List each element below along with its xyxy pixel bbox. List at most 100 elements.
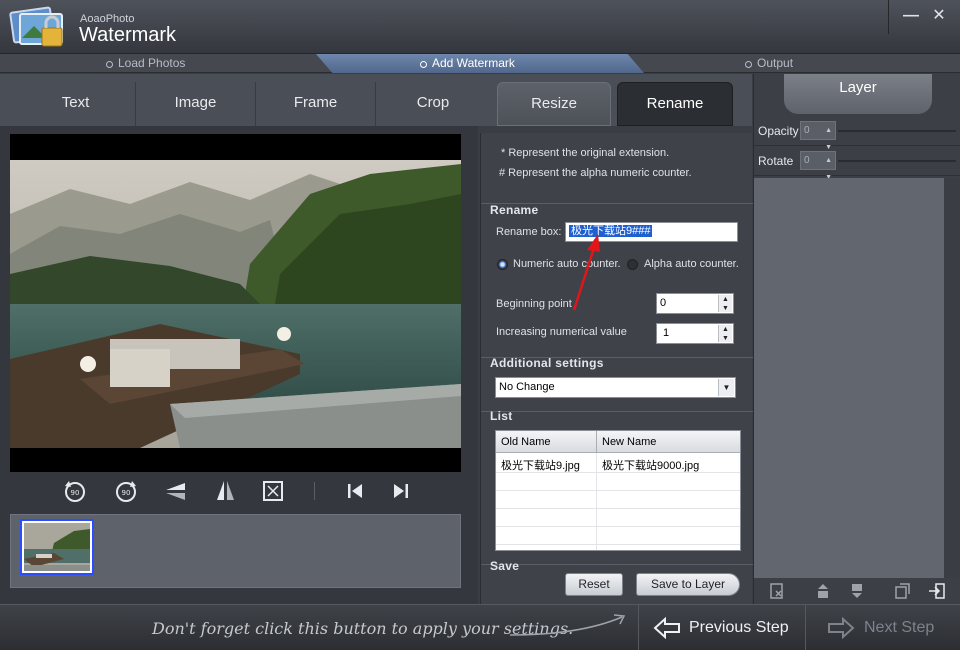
landscape-photo <box>10 134 461 472</box>
step-output[interactable]: Output <box>745 54 793 73</box>
bottom-bar: Don't forget click this button to apply … <box>0 604 960 650</box>
rotate-slider[interactable] <box>838 160 956 162</box>
table-cell-old-name[interactable]: 极光下载站9.jpg <box>496 457 580 473</box>
brand-title: Watermark <box>79 24 177 46</box>
next-step-button[interactable]: Next Step <box>807 605 960 650</box>
opacity-stepper[interactable]: 0 ▲ ▼ <box>800 121 836 151</box>
note-counter: # Represent the alpha numeric counter. <box>499 167 692 179</box>
rename-box-label: Rename box: <box>496 226 562 238</box>
preview-panel: 90 90 <box>0 126 478 604</box>
grid-line <box>496 490 740 491</box>
close-button[interactable]: ✕ <box>927 6 951 26</box>
column-header-new-name[interactable]: New Name <box>597 431 740 453</box>
flip-vertical-icon[interactable] <box>163 478 189 504</box>
title-bar: AoaoPhoto Watermark — ✕ <box>0 0 960 54</box>
step-load-photos[interactable]: Load Photos <box>106 54 185 73</box>
note-extension: * Represent the original extension. <box>501 147 670 159</box>
photo-preview <box>10 134 461 472</box>
layer-list[interactable] <box>754 178 944 578</box>
beginning-point-stepper[interactable]: 0 ▲ ▼ <box>656 293 734 314</box>
tab-rename[interactable]: Rename <box>617 82 733 126</box>
layer-toolbar <box>754 578 960 604</box>
thumbnail-image <box>24 523 90 571</box>
tab-frame[interactable]: Frame <box>256 82 376 126</box>
delete-layer-icon[interactable] <box>768 582 786 600</box>
minimize-button[interactable]: — <box>899 6 923 26</box>
tab-crop[interactable]: Crop <box>376 82 490 126</box>
tab-text[interactable]: Text <box>16 82 136 126</box>
tab-resize[interactable]: Resize <box>497 82 611 126</box>
next-image-icon[interactable] <box>388 478 414 504</box>
previous-step-label: Previous Step <box>689 619 789 636</box>
alpha-counter-label: Alpha auto counter. <box>644 258 739 270</box>
step-dot-icon <box>106 61 113 68</box>
additional-settings-title: Additional settings <box>490 356 604 370</box>
save-section-title: Save <box>490 559 520 573</box>
toolbar-divider <box>314 482 315 500</box>
move-layer-up-icon[interactable] <box>814 582 832 600</box>
previous-image-icon[interactable] <box>342 478 368 504</box>
preview-toolbar: 90 90 <box>10 476 461 508</box>
list-section-title: List <box>490 409 513 423</box>
app-logo-icon <box>9 6 63 47</box>
rename-section-title: Rename <box>490 203 539 217</box>
arrow-right-icon <box>828 617 855 639</box>
rotate-label: Rotate <box>758 154 794 168</box>
annotation-arrow-icon <box>572 234 600 311</box>
grid-line <box>496 508 740 509</box>
up-arrow-icon: ▲ <box>722 296 729 303</box>
step-add-watermark[interactable]: Add Watermark <box>420 54 515 73</box>
beginning-point-value: 0 <box>660 297 667 309</box>
additional-settings-dropdown[interactable]: No Change ▼ <box>495 377 736 398</box>
tab-image[interactable]: Image <box>136 82 256 126</box>
layer-header: Layer <box>754 74 960 116</box>
grid-line <box>496 526 740 527</box>
layer-panel: Layer Opacity 0▲▼ Rotate 0▲▼ <box>753 74 960 604</box>
opacity-row: Opacity 0 ▲ ▼ <box>754 116 960 151</box>
increasing-value-stepper[interactable]: 1 ▲ ▼ <box>656 323 734 344</box>
opacity-label: Opacity <box>758 124 799 138</box>
spin-arrows[interactable]: ▲ ▼ <box>718 325 732 342</box>
rotate-left-90-icon[interactable]: 90 <box>62 478 88 504</box>
svg-text:90: 90 <box>71 489 80 497</box>
rotate-row: Rotate 0▲▼ <box>754 146 960 181</box>
up-arrow-icon: ▲ <box>722 326 729 333</box>
rotate-right-90-icon[interactable]: 90 <box>113 478 139 504</box>
rotate-stepper[interactable]: 0▲▼ <box>800 151 836 181</box>
rotate-value: 0 <box>804 155 810 166</box>
increasing-value-value: 1 <box>663 327 670 339</box>
previous-step-button[interactable]: Previous Step <box>638 605 806 650</box>
save-to-layer-button[interactable]: Save to Layer <box>636 573 740 596</box>
numeric-counter-radio[interactable] <box>497 259 508 270</box>
next-step-label: Next Step <box>864 619 935 636</box>
flip-horizontal-icon[interactable] <box>212 478 238 504</box>
down-arrow-icon: ▼ <box>722 334 729 342</box>
thumbnail-item[interactable] <box>20 519 94 575</box>
rename-list-table: Old Name New Name 极光下载站9.jpg 极光下载站9000.j… <box>495 430 741 551</box>
step-dot-icon <box>745 61 752 68</box>
spin-arrows[interactable]: ▲ ▼ <box>718 295 732 312</box>
import-layer-icon[interactable] <box>928 582 946 600</box>
section-divider <box>481 564 753 565</box>
move-layer-down-icon[interactable] <box>848 582 866 600</box>
opacity-slider[interactable] <box>838 130 956 132</box>
layer-title: Layer <box>784 74 932 114</box>
swoosh-arrow-icon <box>510 614 626 636</box>
section-divider <box>481 411 753 412</box>
window-controls: — ✕ <box>888 0 960 34</box>
grid-line <box>496 544 740 545</box>
increasing-value-label: Increasing numerical value <box>496 326 627 338</box>
layer-scrollbar[interactable] <box>944 178 960 578</box>
down-arrow-icon: ▼ <box>722 304 729 312</box>
reset-button[interactable]: Reset <box>565 573 623 596</box>
rename-settings-panel: * Represent the original extension. # Re… <box>480 133 753 604</box>
chevron-down-icon[interactable]: ▼ <box>718 379 734 396</box>
copy-layer-icon[interactable] <box>894 582 912 600</box>
column-header-old-name[interactable]: Old Name <box>496 431 597 453</box>
fit-screen-icon[interactable] <box>260 478 286 504</box>
alpha-counter-radio[interactable] <box>627 259 638 270</box>
dropdown-value: No Change <box>499 381 555 393</box>
tool-tabs: Text Image Frame Crop Resize Rename <box>0 74 752 126</box>
thumbnail-strip <box>10 514 461 588</box>
table-cell-new-name[interactable]: 极光下载站9000.jpg <box>597 457 699 473</box>
